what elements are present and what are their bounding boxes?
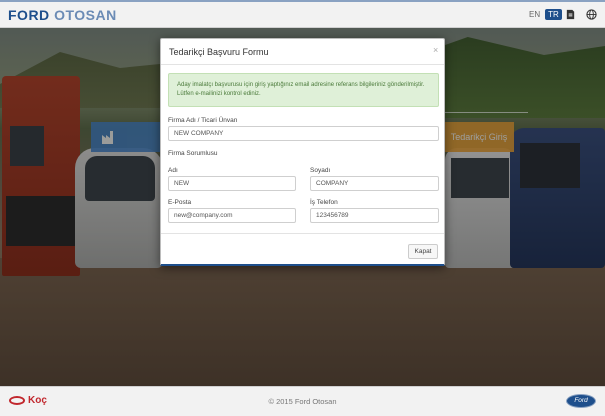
- modal-header: Tedarikçi Başvuru Formu ×: [161, 39, 444, 65]
- language-en[interactable]: EN: [526, 9, 543, 20]
- last-name-label: Soyadı: [310, 167, 331, 174]
- close-icon[interactable]: ×: [433, 45, 438, 55]
- close-button[interactable]: Kapat: [408, 244, 438, 259]
- language-tr[interactable]: TR: [545, 9, 562, 20]
- ford-oval-logo[interactable]: Ford: [566, 394, 596, 408]
- work-phone-input[interactable]: [310, 208, 439, 223]
- last-name-input[interactable]: [310, 176, 439, 191]
- brand-primary: FORD: [8, 7, 50, 23]
- document-icon[interactable]: [565, 9, 576, 20]
- language-switcher: EN TR: [526, 9, 562, 20]
- success-alert: Aday imalatçı başvurusu için giriş yaptı…: [168, 73, 439, 107]
- email-input[interactable]: [168, 208, 296, 223]
- modal-footer: Kapat: [161, 233, 444, 265]
- company-name-label: Firma Adı / Ticari Ünvan: [168, 117, 238, 124]
- first-name-label: Adı: [168, 167, 178, 174]
- ford-otosan-logo[interactable]: FORD OTOSAN: [8, 7, 117, 23]
- copyright-text: © 2015 Ford Otosan: [268, 397, 337, 406]
- company-name-input[interactable]: [168, 126, 439, 141]
- supplier-application-modal: Tedarikçi Başvuru Formu × Aday imalatçı …: [160, 38, 445, 266]
- modal-title: Tedarikçi Başvuru Formu: [169, 47, 269, 57]
- company-responsible-section: Firma Sorumlusu: [168, 150, 218, 157]
- top-bar: FORD OTOSAN EN TR: [0, 0, 605, 28]
- brand-secondary: OTOSAN: [54, 7, 117, 23]
- first-name-input[interactable]: [168, 176, 296, 191]
- globe-icon[interactable]: [586, 9, 597, 20]
- work-phone-label: İş Telefon: [310, 199, 338, 206]
- footer: Koç © 2015 Ford Otosan Ford: [0, 386, 605, 416]
- email-label: E-Posta: [168, 199, 192, 206]
